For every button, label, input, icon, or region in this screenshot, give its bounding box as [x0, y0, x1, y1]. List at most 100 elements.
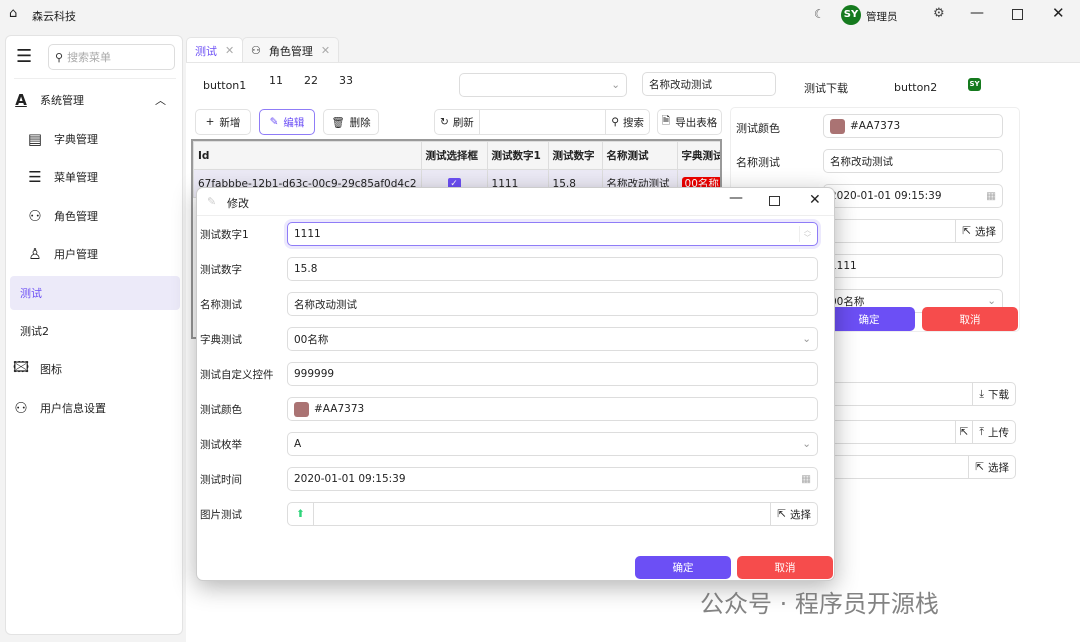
time-input[interactable]: 2020-01-01 09:15:39 ▦	[287, 467, 818, 491]
label-11: 11	[269, 74, 283, 87]
dialog-maximize-button[interactable]	[769, 196, 780, 206]
spinner-icon[interactable]: ︿ ﹀	[799, 226, 811, 242]
color-swatch[interactable]	[294, 401, 309, 417]
image-icon: 🖾	[12, 357, 30, 376]
custom-input[interactable]: 999999	[287, 362, 818, 386]
download-button[interactable]: ⤓ 下载	[972, 383, 1015, 405]
gear-icon[interactable]: ⚙	[933, 6, 945, 21]
col-num[interactable]: 测试数字	[547, 141, 603, 170]
image-input[interactable]: ⇱ 选择	[823, 219, 1003, 243]
value: 1111	[294, 228, 321, 240]
sidebar: ☰ ⚲ 搜索菜单 A 系统管理 ︿ ▤ 字典管理 ☰ 菜单管理 ⚇ 角色管理 ♙ 用户管理 …	[5, 35, 183, 635]
col-dict[interactable]: 字典测试	[676, 141, 720, 170]
upload-button[interactable]: ⤒ 上传	[972, 421, 1015, 443]
label: 取消	[774, 562, 796, 574]
col-num1[interactable]: 测试数字1	[486, 141, 549, 170]
menu-toggle-icon[interactable]: ☰	[16, 46, 32, 67]
value: #AA7373	[850, 120, 901, 132]
divider	[14, 78, 176, 79]
name-input[interactable]: 名称改动测试	[287, 292, 818, 316]
field-num1: 测试数字1 1111 ︿ ﹀	[197, 222, 836, 246]
maximize-button[interactable]	[1012, 9, 1023, 20]
select-button[interactable]: ⇱ 选择	[770, 503, 817, 525]
label: 导出表格	[675, 116, 718, 129]
theme-moon-icon[interactable]: ☾	[814, 7, 825, 21]
search-button[interactable]: ⚲ 搜索	[605, 110, 649, 134]
dialog-minimize-button[interactable]: —	[729, 190, 743, 206]
home-icon[interactable]: ⌂	[9, 6, 17, 21]
sidebar-item-user-settings[interactable]: ⚇ 用户信息设置	[10, 391, 180, 425]
add-button[interactable]: + 新增	[195, 109, 251, 135]
enum-select[interactable]: A ⌄	[287, 432, 818, 456]
close-tab-icon[interactable]: ✕	[225, 44, 234, 57]
sidebar-item-icons[interactable]: 🖾 图标	[10, 352, 180, 386]
name-label: 名称测试	[736, 156, 780, 169]
sidebar-item-dict[interactable]: ▤ 字典管理	[24, 122, 194, 156]
label-22: 22	[304, 74, 318, 87]
sidebar-item-user[interactable]: ♙ 用户管理	[24, 237, 194, 271]
select-icon[interactable]: ⇱	[954, 421, 973, 443]
label: 下载	[988, 388, 1009, 401]
empty-select[interactable]: ⌄	[459, 73, 627, 97]
field-image: 图片测试 ⬆ ⇱ 选择	[197, 502, 836, 526]
upload-icon: ⤒	[979, 425, 984, 438]
col-name[interactable]: 名称测试	[601, 141, 678, 170]
color-swatch[interactable]	[830, 118, 845, 134]
num1-input[interactable]: 1111 ︿ ﹀	[287, 222, 818, 246]
sidebar-item-role[interactable]: ⚇ 角色管理	[24, 199, 194, 233]
tab-test[interactable]: 测试 ✕	[186, 37, 244, 63]
refresh-button[interactable]: ↻ 刷新	[435, 110, 480, 134]
role-icon: ⚇	[251, 44, 261, 57]
upload-image-icon: ⬆	[288, 503, 314, 525]
label: 搜索	[623, 116, 644, 129]
dialog-confirm-button[interactable]: 确定	[635, 556, 731, 579]
select-button[interactable]: ⇱ 选择	[968, 456, 1015, 478]
button2[interactable]: button2	[894, 81, 937, 94]
menu-search-input[interactable]: ⚲ 搜索菜单	[48, 44, 175, 70]
close-tab-icon[interactable]: ✕	[321, 44, 330, 57]
tab-role-management[interactable]: ⚇ 角色管理 ✕	[242, 37, 340, 63]
sidebar-item-test[interactable]: 测试	[10, 276, 180, 310]
cancel-button[interactable]: 取消	[922, 307, 1018, 331]
color-label: 测试颜色	[736, 122, 780, 135]
color-input[interactable]: #AA7373	[823, 114, 1003, 138]
num-input[interactable]: 1111	[823, 254, 1003, 278]
col-checkbox[interactable]: 测试选择框	[420, 141, 488, 170]
col-id[interactable]: Id	[193, 141, 422, 170]
name-input[interactable]: 名称改动测试	[642, 72, 776, 96]
num-input[interactable]: 15.8	[287, 257, 818, 281]
edit-button[interactable]: ✎ 编辑	[259, 109, 315, 135]
label: 测试自定义控件	[200, 369, 274, 381]
watermark: 公众号 · 程序员开源栈	[700, 590, 939, 618]
trash-icon: 🗑	[331, 116, 345, 129]
select-button[interactable]: ⇱ 选择	[955, 220, 1002, 242]
confirm-button[interactable]: 确定	[823, 307, 915, 331]
sidebar-group-system[interactable]: A 系统管理 ︿	[10, 83, 180, 117]
label: 测试数字1	[200, 229, 249, 241]
user-name[interactable]: 管理员	[866, 9, 898, 24]
export-button[interactable]: 🗎 导出表格	[657, 109, 722, 135]
color-input[interactable]: #AA7373	[287, 397, 818, 421]
name-input[interactable]: 名称改动测试	[823, 149, 1003, 173]
label: 图标	[40, 363, 62, 376]
label: 用户管理	[54, 248, 98, 261]
button1[interactable]: button1	[203, 79, 246, 92]
image-input[interactable]: ⬆ ⇱ 选择	[287, 502, 818, 526]
sy-logo: SY	[968, 78, 981, 91]
calendar-icon: ▦	[801, 473, 811, 485]
minimize-button[interactable]: —	[970, 5, 984, 21]
delete-button[interactable]: 🗑 删除	[323, 109, 379, 135]
label: 选择	[790, 508, 811, 521]
dialog-cancel-button[interactable]: 取消	[737, 556, 833, 579]
download-test-button[interactable]: 测试下载	[804, 80, 848, 96]
sidebar-item-menu[interactable]: ☰ 菜单管理	[24, 160, 194, 194]
dialog-close-button[interactable]: ✕	[809, 192, 821, 208]
dict-select[interactable]: 00名称 ⌄	[287, 327, 818, 351]
time-input[interactable]: 2020-01-01 09:15:39 ▦	[823, 184, 1003, 208]
avatar[interactable]: SY	[841, 5, 861, 25]
label: 选择	[988, 461, 1009, 474]
value: 00名称	[294, 333, 329, 346]
sidebar-item-test2[interactable]: 测试2	[10, 314, 180, 348]
chevron-down-icon: ⌄	[802, 438, 811, 450]
close-button[interactable]: ✕	[1052, 4, 1065, 22]
